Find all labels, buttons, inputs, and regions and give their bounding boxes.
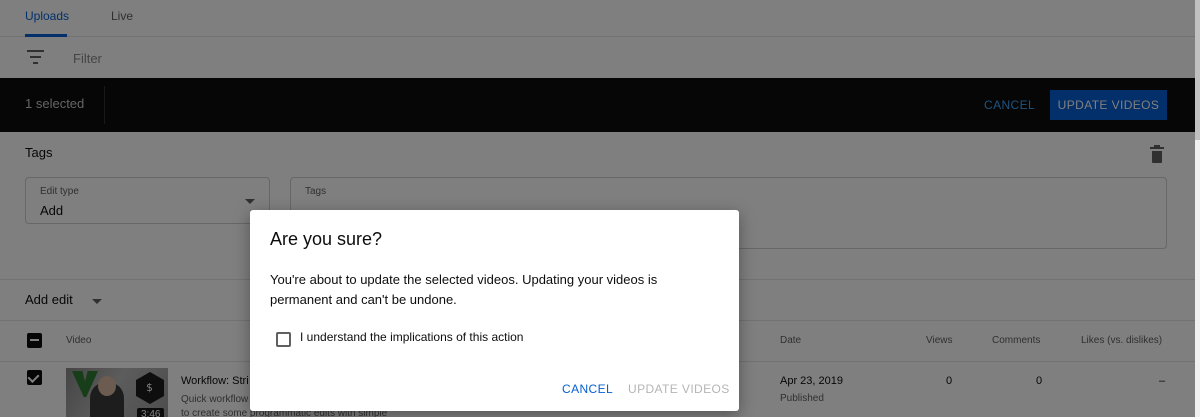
confirm-dialog: Are you sure? You're about to update the… xyxy=(250,210,739,411)
understand-checkbox[interactable] xyxy=(276,332,291,347)
scrollbar-thumb[interactable] xyxy=(1195,0,1200,140)
dialog-update-videos-button[interactable]: UPDATE VIDEOS xyxy=(628,382,730,396)
dialog-title: Are you sure? xyxy=(270,229,383,249)
dialog-cancel-button[interactable]: CANCEL xyxy=(562,382,613,396)
scrollbar[interactable] xyxy=(1195,0,1200,417)
dialog-body: You're about to update the selected vide… xyxy=(270,272,658,307)
video-manager-page: Uploads Live 1 selected CANCEL UPDATE VI… xyxy=(0,0,1195,417)
understand-checkbox-label[interactable]: I understand the implications of this ac… xyxy=(300,330,523,344)
